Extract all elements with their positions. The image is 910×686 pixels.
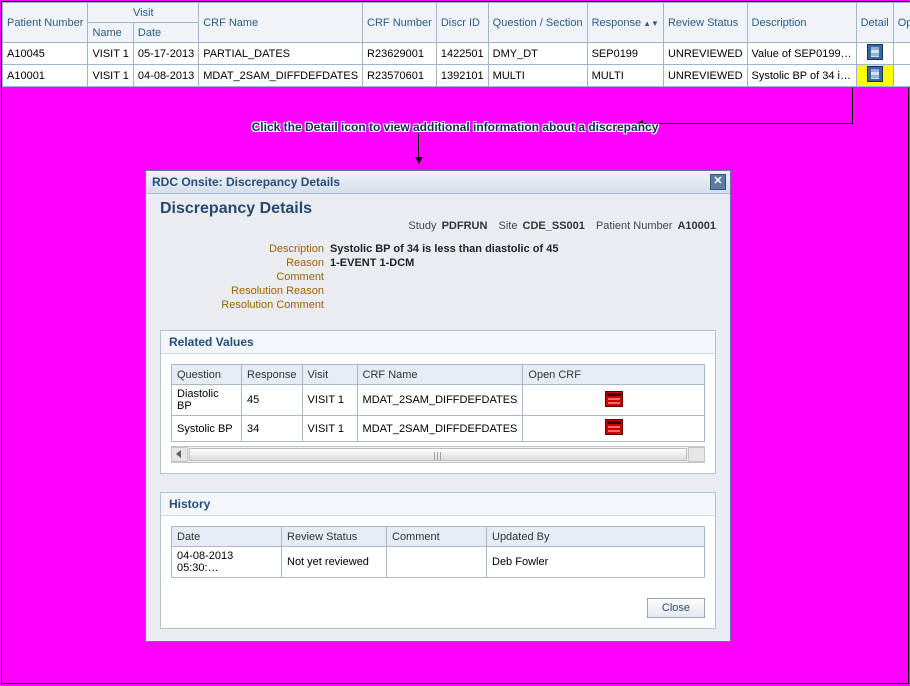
col-detail[interactable]: Detail: [856, 3, 893, 43]
table-row: Diastolic BP 45 VISIT 1 MDAT_2SAM_DIFFDE…: [172, 385, 705, 416]
cell-visit-date: 05-17-2013: [133, 43, 198, 65]
cell-discrid: 1392101: [436, 65, 488, 87]
cell-description: Value of SEP0199…: [747, 43, 856, 65]
col-comment[interactable]: Comment: [387, 527, 487, 547]
col-crfnum[interactable]: CRF Number: [363, 3, 437, 43]
cell-patient: A10045: [3, 43, 88, 65]
col-response[interactable]: Response▲▼: [587, 3, 663, 43]
cell-visit-name: VISIT 1: [88, 65, 133, 87]
dialog-title: RDC Onsite: Discrepancy Details: [152, 175, 340, 189]
dialog-titlebar[interactable]: RDC Onsite: Discrepancy Details ✕: [146, 171, 730, 194]
cell-discrid: 1422501: [436, 43, 488, 65]
related-values-heading: Related Values: [161, 331, 715, 354]
col-updated-by[interactable]: Updated By: [487, 527, 705, 547]
field-value-comment: [330, 270, 716, 284]
col-crfname[interactable]: CRF Name: [357, 365, 523, 385]
cell-visit-name: VISIT 1: [88, 43, 133, 65]
field-label-resolution-comment: Resolution Comment: [160, 298, 330, 312]
dialog-heading: Discrepancy Details: [160, 200, 716, 218]
discrepancy-details-dialog: RDC Onsite: Discrepancy Details ✕ Discre…: [145, 170, 731, 642]
cell-crfname: MDAT_2SAM_DIFFDEFDATES: [199, 65, 363, 87]
callout-text: Click the Detail icon to view additional…: [2, 120, 908, 134]
callout-arrow: [852, 87, 853, 124]
field-value-resolution-reason: [330, 284, 716, 298]
detail-icon[interactable]: [867, 44, 883, 60]
field-label-comment: Comment: [160, 270, 330, 284]
related-values-table: Question Response Visit CRF Name Open CR…: [171, 364, 705, 442]
field-label-resolution-reason: Resolution Reason: [160, 284, 330, 298]
cell-crfname: PARTIAL_DATES: [199, 43, 363, 65]
cell-crfnum: R23570601: [363, 65, 437, 87]
col-review[interactable]: Review Status: [663, 3, 747, 43]
cell-response: MULTI: [587, 65, 663, 87]
field-value-description: Systolic BP of 34 is less than diastolic…: [330, 242, 716, 256]
col-visit-date[interactable]: Date: [133, 23, 198, 43]
sort-indicator-icon: ▲▼: [643, 19, 659, 28]
scroll-thumb[interactable]: [189, 448, 687, 461]
table-row[interactable]: A10001 VISIT 1 04-08-2013 MDAT_2SAM_DIFF…: [3, 65, 910, 87]
cell-visit-date: 04-08-2013: [133, 65, 198, 87]
history-heading: History: [161, 493, 715, 516]
history-panel: History Date Review Status Comment Updat…: [160, 492, 716, 629]
detail-icon[interactable]: [867, 66, 883, 82]
col-question[interactable]: Question / Section: [488, 3, 587, 43]
col-visit[interactable]: Visit: [302, 365, 357, 385]
history-table: Date Review Status Comment Updated By 04…: [171, 526, 705, 578]
close-icon[interactable]: ✕: [710, 174, 726, 190]
dialog-meta: Study PDFRUN Site CDE_SS001 Patient Numb…: [160, 220, 716, 232]
col-discrid[interactable]: Discr ID: [436, 3, 488, 43]
col-review-status[interactable]: Review Status: [282, 527, 387, 547]
cell-review: UNREVIEWED: [663, 43, 747, 65]
table-row[interactable]: A10045 VISIT 1 05-17-2013 PARTIAL_DATES …: [3, 43, 910, 65]
field-value-reason: 1-EVENT 1-DCM: [330, 256, 716, 270]
col-visit-name[interactable]: Name: [88, 23, 133, 43]
discrepancy-grid: Patient Number Visit CRF Name CRF Number…: [2, 2, 910, 87]
col-description[interactable]: Description: [747, 3, 856, 43]
col-patient[interactable]: Patient Number: [3, 3, 88, 43]
cell-patient: A10001: [3, 65, 88, 87]
col-question[interactable]: Question: [172, 365, 242, 385]
col-response[interactable]: Response: [242, 365, 303, 385]
field-value-resolution-comment: [330, 298, 716, 312]
cell-description: Systolic BP of 34 i…: [747, 65, 856, 87]
cell-question: MULTI: [488, 65, 587, 87]
col-date[interactable]: Date: [172, 527, 282, 547]
col-opencrf[interactable]: Open CRF: [893, 3, 910, 43]
cell-review: UNREVIEWED: [663, 65, 747, 87]
open-crf-icon[interactable]: [605, 419, 623, 435]
horizontal-scrollbar[interactable]: [171, 446, 705, 463]
col-crfname[interactable]: CRF Name: [199, 3, 363, 43]
scroll-right-icon[interactable]: [695, 450, 700, 458]
col-opencrf[interactable]: Open CRF: [523, 365, 705, 385]
cell-crfnum: R23629001: [363, 43, 437, 65]
colgroup-visit: Visit: [88, 3, 199, 23]
callout-arrow: [418, 133, 419, 163]
field-label-reason: Reason: [160, 256, 330, 270]
cell-response: SEP0199: [587, 43, 663, 65]
close-button[interactable]: Close: [647, 598, 705, 618]
table-row: 04-08-2013 05:30:… Not yet reviewed Deb …: [172, 547, 705, 578]
field-label-description: Description: [160, 242, 330, 256]
table-row: Systolic BP 34 VISIT 1 MDAT_2SAM_DIFFDEF…: [172, 416, 705, 442]
open-crf-icon[interactable]: [605, 391, 623, 407]
related-values-panel: Related Values Question Response Visit C…: [160, 330, 716, 474]
cell-question: DMY_DT: [488, 43, 587, 65]
scroll-left-icon[interactable]: [176, 450, 181, 458]
